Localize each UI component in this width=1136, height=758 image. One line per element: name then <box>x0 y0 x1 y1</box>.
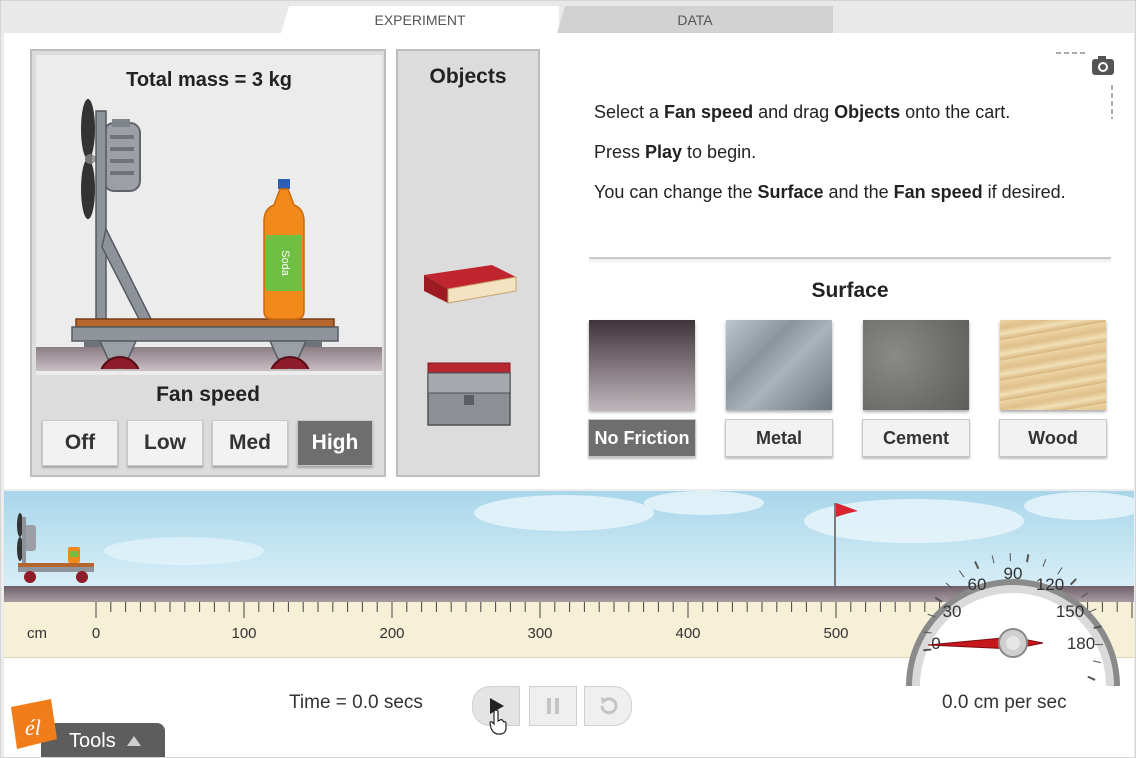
fan-speed-med-button[interactable]: Med <box>212 420 288 466</box>
logo-text: él <box>25 715 41 740</box>
track-area: cm 0 100 200 300 400 500 Time = 0.0 secs <box>4 491 1134 757</box>
instructions: Select a Fan speed and drag Objects onto… <box>594 103 1066 223</box>
instruction-keyword: Fan speed <box>664 102 754 122</box>
gauge-label-30: 30 <box>943 602 962 621</box>
toolbox-icon[interactable] <box>424 359 514 429</box>
wheel-icon <box>268 340 310 369</box>
instruction-line-2: Press Play to begin. <box>594 143 1066 161</box>
objects-panel: Objects <box>396 49 540 477</box>
cement-swatch[interactable] <box>863 320 969 410</box>
speedometer: 0 30 60 90 120 150 180 <box>906 553 1120 686</box>
gizmo-app: EXPERIMENT DATA Total mass = 3 kg Soda F… <box>0 0 1136 758</box>
tab-data[interactable]: DATA <box>557 6 833 33</box>
camera-icon[interactable] <box>1054 51 1116 121</box>
fan-speed-high-button[interactable]: High <box>297 420 373 466</box>
instruction-text: You can change the <box>594 182 758 202</box>
reset-icon <box>600 697 618 715</box>
instruction-keyword: Surface <box>757 182 824 202</box>
fan-speed-off-button[interactable]: Off <box>42 420 118 466</box>
instruction-text: Press <box>594 142 646 162</box>
ruler-label-500: 500 <box>823 625 848 642</box>
tab-experiment[interactable]: EXPERIMENT <box>281 6 559 33</box>
tools-button[interactable]: Tools <box>41 723 165 757</box>
gauge-tick <box>1057 567 1063 575</box>
gauge-tick <box>974 560 980 570</box>
no-friction-swatch[interactable] <box>589 320 695 410</box>
book-icon[interactable] <box>422 263 518 307</box>
ruler-label-300: 300 <box>527 625 552 642</box>
gauge-label-150: 150 <box>1056 602 1084 621</box>
gauge-tick <box>1088 608 1097 613</box>
fan-icon <box>81 99 141 219</box>
gauge-tick <box>1025 554 1030 563</box>
instruction-text: Select a <box>594 102 665 122</box>
tools-tab[interactable]: Tools él <box>1 699 167 757</box>
wood-swatch[interactable] <box>1000 320 1106 410</box>
caret-up-icon <box>126 736 141 746</box>
finish-flag-icon[interactable] <box>830 501 864 586</box>
ruler-label-400: 400 <box>675 625 700 642</box>
gauge-label-120: 120 <box>1036 575 1064 594</box>
instruction-text: and drag <box>753 102 835 122</box>
surface-title: Surface <box>811 279 889 302</box>
time-readout: Time = 0.0 secs <box>289 692 423 713</box>
gauge-tick <box>923 648 932 652</box>
ruler-label-100: 100 <box>231 625 256 642</box>
surface-metal-button[interactable]: Metal <box>725 419 833 457</box>
surface-no-friction-button[interactable]: No Friction <box>588 419 696 457</box>
gauge-tick <box>958 570 965 578</box>
instruction-text: to begin. <box>682 142 757 162</box>
gauge-label-180: 180 <box>1067 634 1095 653</box>
surface-divider <box>589 257 1111 264</box>
hand-cursor-icon <box>489 709 507 735</box>
reset-button[interactable] <box>584 686 632 726</box>
instruction-keyword: Fan speed <box>893 182 983 202</box>
fan-speed-low-button[interactable]: Low <box>127 420 203 466</box>
tab-bar: EXPERIMENT DATA <box>1 1 1135 33</box>
mini-cart-icon[interactable] <box>14 511 100 586</box>
fan-cart: Soda <box>71 99 339 369</box>
ruler-unit-label: cm <box>27 625 47 642</box>
instruction-keyword: Play <box>645 142 683 162</box>
ruler-label-200: 200 <box>379 625 404 642</box>
instruction-line-1: Select a Fan speed and drag Objects onto… <box>594 103 1066 121</box>
gauge-tick <box>1042 559 1047 567</box>
cart-view: Total mass = 3 kg Soda <box>36 55 382 375</box>
wheel-icon <box>98 340 140 369</box>
ruler-label-0: 0 <box>92 625 100 642</box>
speed-readout: 0.0 cm per sec <box>942 692 1067 713</box>
instruction-text: onto the cart. <box>900 102 1011 122</box>
pause-button[interactable] <box>529 686 577 726</box>
pause-icon <box>547 698 559 714</box>
gauge-tick <box>1080 592 1089 598</box>
gauge-label-60: 60 <box>968 575 987 594</box>
instruction-line-3: You can change the Surface and the Fan s… <box>594 183 1066 201</box>
metal-swatch[interactable] <box>726 320 832 410</box>
experiment-pane: Total mass = 3 kg Soda Fan speed Off Low… <box>4 33 1134 489</box>
bottle-label: Soda <box>279 250 291 277</box>
surface-cement-button[interactable]: Cement <box>862 419 970 457</box>
tools-label: Tools <box>69 729 116 752</box>
instruction-keyword: Objects <box>834 102 901 122</box>
gauge-tick <box>991 555 995 564</box>
instruction-text: if desired. <box>982 182 1066 202</box>
explorelearning-logo-icon: él <box>11 699 57 749</box>
fan-speed-title: Fan speed <box>156 383 260 406</box>
gauge-tick <box>945 582 953 589</box>
gauge-tick <box>934 596 943 603</box>
gauge-tick <box>1069 578 1077 586</box>
gauge-label-90: 90 <box>1004 564 1023 583</box>
instruction-text: and the <box>823 182 894 202</box>
soda-bottle-icon: Soda <box>263 179 305 320</box>
surface-wood-button[interactable]: Wood <box>999 419 1107 457</box>
cart-panel: Total mass = 3 kg Soda Fan speed Off Low… <box>30 49 386 477</box>
objects-title: Objects <box>429 65 507 88</box>
